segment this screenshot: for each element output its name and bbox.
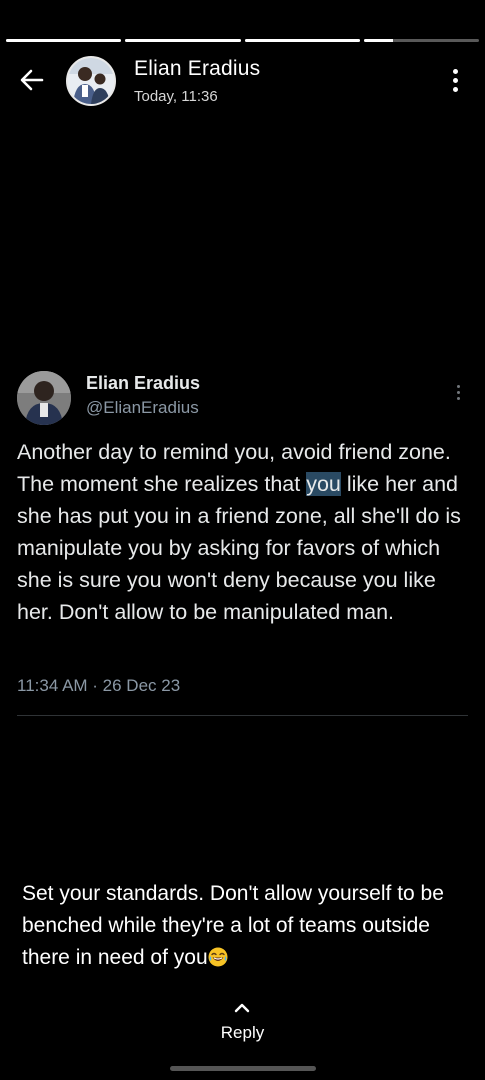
more-options-button[interactable] — [443, 64, 467, 96]
tweet-avatar — [17, 371, 71, 425]
story-progress-segment — [244, 39, 360, 42]
home-indicator[interactable] — [170, 1066, 316, 1071]
tweet-text: Another day to remind you, avoid friend … — [17, 436, 472, 628]
story-progress-fill — [6, 39, 122, 42]
story-progress-fill — [363, 39, 393, 42]
header-time: Today, 11:36 — [134, 88, 218, 105]
story-progress-fill — [125, 39, 241, 42]
more-vertical-icon — [456, 384, 460, 388]
story-progress — [6, 39, 479, 42]
chevron-up-icon[interactable] — [231, 1000, 253, 1014]
story-progress-segment — [6, 39, 122, 42]
avatar-image — [68, 58, 114, 104]
back-button[interactable] — [14, 62, 50, 98]
story-progress-fill — [244, 39, 360, 42]
tweet-more-button — [452, 382, 464, 402]
story-progress-segment — [125, 39, 241, 42]
tweet-timestamp: 11:34 AM · 26 Dec 23 — [17, 676, 181, 695]
laughing-emoji-icon — [208, 947, 228, 967]
more-vertical-icon — [452, 68, 458, 74]
header-name: Elian Eradius — [134, 57, 261, 80]
avatar[interactable] — [66, 56, 116, 106]
story-caption: Set your standards. Don't allow yourself… — [22, 878, 477, 974]
caption-text: Set your standards. Don't allow yourself… — [22, 882, 444, 969]
story-progress-segment — [363, 39, 479, 42]
tweet-author-handle: @ElianEradius — [86, 398, 199, 417]
arrow-left-icon — [20, 69, 44, 91]
tweet-text-highlight: you — [306, 472, 341, 496]
reply-button[interactable]: Reply — [0, 1023, 485, 1043]
divider — [17, 715, 468, 716]
tweet-author-name: Elian Eradius — [86, 373, 201, 393]
tweet-avatar-image — [17, 371, 71, 425]
